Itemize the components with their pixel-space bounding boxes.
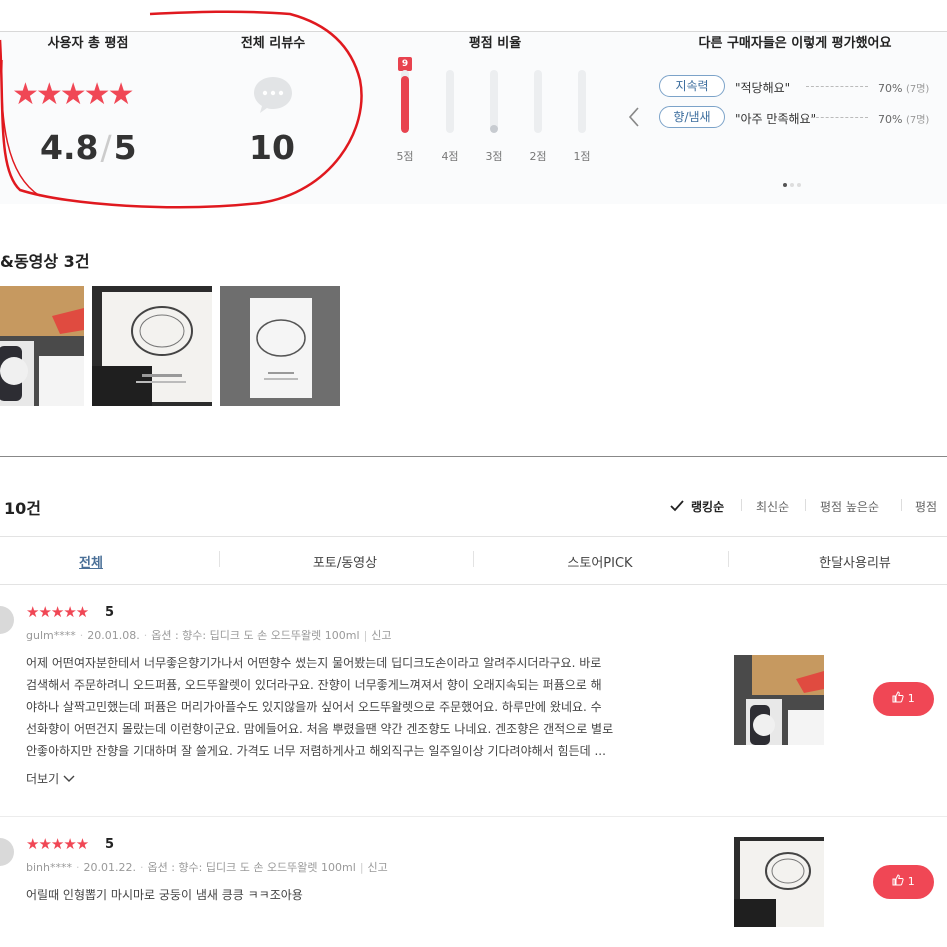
photo-section-title: &동영상 3건 — [0, 252, 90, 271]
tab-separator — [728, 551, 729, 567]
review-stars: ★★★★★ — [26, 603, 89, 621]
perfume-box-photo — [734, 655, 824, 745]
review-count-heading: 10건 — [4, 499, 41, 518]
thumbs-up-icon — [892, 691, 904, 703]
tab-photo-video[interactable]: 포토/동영상 — [290, 552, 400, 571]
review-line: 야하나 살짝고민했는데 퍼퓸은 머리가아플수도 있지않을까 싶어서 오드뚜왈렛으… — [26, 700, 602, 714]
review-meta: binh**** · 20.01.22. · 옵션 : 향수: 딥디크 도 손 오드뚜왈… — [26, 859, 388, 875]
review-line: 어릴때 인형뽑기 마시마로 궁둥이 냄새 킁킁 ㅋㅋ조아용 — [26, 888, 303, 902]
checkmark-icon — [670, 500, 684, 512]
meta-separator: | — [359, 861, 364, 874]
review-date: 20.01.22. — [83, 861, 136, 874]
sort-separator — [741, 499, 742, 511]
meta-separator: · — [139, 861, 144, 874]
sort-latest[interactable]: 최신순 — [756, 498, 789, 515]
tabs-top-border — [0, 536, 947, 537]
meta-separator: · — [143, 629, 148, 642]
sort-rating[interactable]: 평점 — [915, 498, 937, 515]
tab-separator — [473, 551, 474, 567]
sort-ranking[interactable]: 랭킹순 — [691, 498, 724, 515]
like-count: 1 — [907, 692, 915, 705]
perfume-box-photo — [220, 286, 340, 406]
review-divider — [0, 816, 947, 817]
more-button[interactable]: 더보기 — [26, 770, 75, 787]
red-annotation-circle — [0, 10, 363, 209]
thumbs-up-icon — [892, 874, 904, 886]
sort-rating-high[interactable]: 평점 높은순 — [820, 498, 879, 515]
more-label: 더보기 — [26, 772, 60, 786]
photo-thumb-2[interactable] — [92, 286, 212, 406]
photo-thumb-3[interactable] — [220, 286, 340, 406]
sort-separator — [805, 499, 806, 511]
review-body: 어제 어떤여자분한테서 너무좋은향기가나서 어떤향수 썼는지 물어봤는데 딥디크… — [26, 652, 716, 762]
tab-monthly-review[interactable]: 한달사용리뷰 — [800, 552, 910, 571]
review-option: 옵션 : 향수: 딥디크 도 손 오드뚜왈렛 100ml — [151, 629, 360, 642]
report-link[interactable]: 신고 — [371, 629, 391, 642]
chevron-down-icon — [63, 775, 75, 782]
review-user: gulm**** — [26, 629, 76, 642]
review-date: 20.01.08. — [87, 629, 140, 642]
like-button[interactable]: 1 — [873, 682, 934, 716]
review-line: 안좋아하지만 잔향을 기대하며 잘 쓸게요. 가격도 너무 저렴하게사고 해외직… — [26, 744, 606, 758]
review-option: 옵션 : 향수: 딥디크 도 손 오드뚜왈렛 100ml — [147, 861, 356, 874]
avatar — [0, 838, 14, 866]
perfume-box-photo — [734, 837, 824, 927]
tab-store-pick[interactable]: 스토어PICK — [545, 552, 655, 571]
sort-separator — [901, 499, 902, 511]
perfume-box-photo — [0, 286, 84, 406]
review-photo[interactable] — [734, 655, 824, 745]
tabs-bottom-border — [0, 584, 947, 585]
review-score: 5 — [105, 605, 115, 620]
review-meta: gulm**** · 20.01.08. · 옵션 : 향수: 딥디크 도 손 오드뚜왈… — [26, 627, 392, 643]
review-body: 어릴때 인형뽑기 마시마로 궁둥이 냄새 킁킁 ㅋㅋ조아용 — [26, 884, 716, 906]
perfume-box-photo — [92, 286, 212, 406]
tab-all[interactable]: 전체 — [60, 552, 122, 571]
report-link[interactable]: 신고 — [368, 861, 388, 874]
review-line: 검색해서 주문하려니 오드퍼퓸, 오드뚜왈렛이 있더라구요. 잔향이 너무좋게느… — [26, 678, 602, 692]
meta-separator: · — [75, 861, 80, 874]
review-stars: ★★★★★ — [26, 835, 89, 853]
tab-separator — [219, 551, 220, 567]
review-score: 5 — [105, 837, 115, 852]
review-line: 선화향이 어떤건지 몰랐는데 이런향이군요. 맘에들어요. 처음 뿌렸을땐 약간… — [26, 722, 614, 736]
like-button[interactable]: 1 — [873, 865, 934, 899]
meta-separator: · — [79, 629, 84, 642]
review-photo[interactable] — [734, 837, 824, 927]
photo-thumb-1[interactable] — [0, 286, 84, 406]
section-divider — [0, 456, 947, 457]
like-count: 1 — [907, 875, 915, 888]
review-line: 어제 어떤여자분한테서 너무좋은향기가나서 어떤향수 썼는지 물어봤는데 딥디크… — [26, 656, 602, 670]
meta-separator: | — [363, 629, 368, 642]
avatar — [0, 606, 14, 634]
review-user: binh**** — [26, 861, 72, 874]
